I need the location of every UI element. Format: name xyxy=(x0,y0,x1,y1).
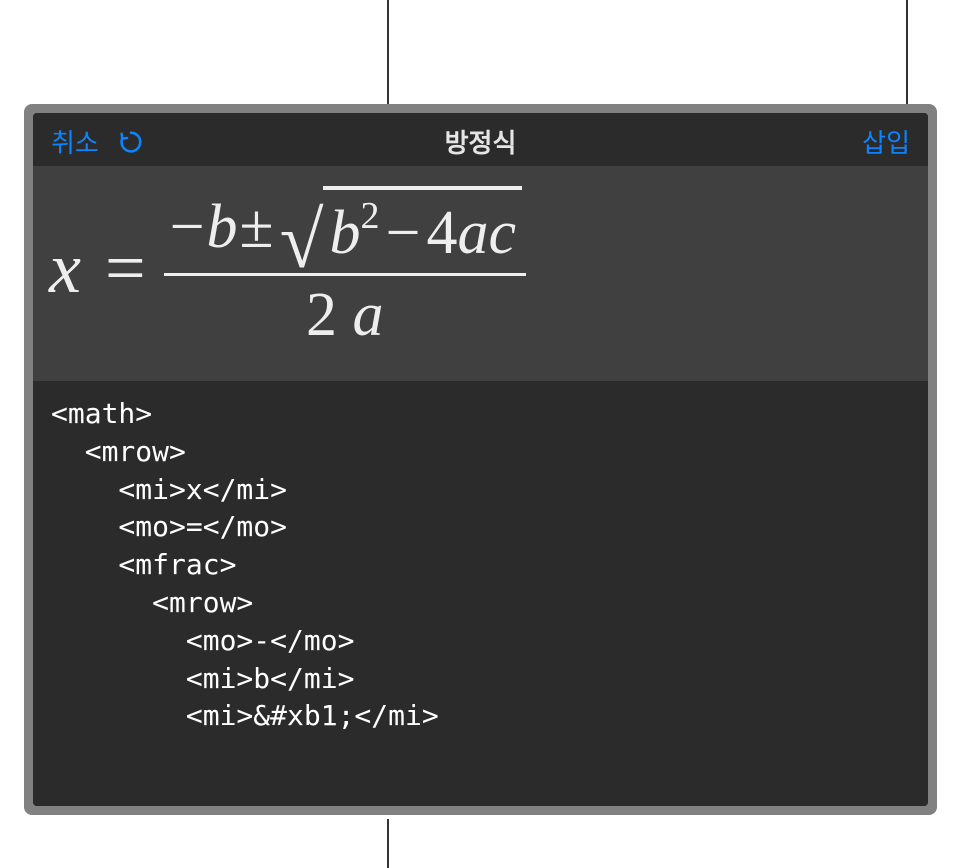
eq-four: 4 xyxy=(426,198,457,269)
callout-line-bottom-code xyxy=(387,819,389,868)
mathml-code-input[interactable]: <math> <mrow> <mi>x</mi> <mo>=</mo> <mfr… xyxy=(33,381,928,806)
eq-minus-2: − xyxy=(379,198,426,269)
eq-b2-exp: 2 xyxy=(360,194,379,238)
eq-sqrt: √ b 2 − 4 a c xyxy=(280,186,522,269)
eq-c: c xyxy=(488,198,516,269)
insert-button[interactable]: 삽입 xyxy=(862,123,910,160)
code-text: <math> <mrow> <mi>x</mi> <mo>=</mo> <mfr… xyxy=(51,395,910,735)
undo-icon xyxy=(117,128,145,156)
callout-line-top-insert xyxy=(906,0,908,105)
eq-equals: = xyxy=(95,227,156,310)
toolbar-left-group: 취소 xyxy=(51,123,147,160)
eq-minus: − xyxy=(168,192,207,263)
rendered-equation: x = − b ± √ b 2 − 4 xyxy=(43,186,526,351)
eq-variable-x: x xyxy=(43,227,87,310)
eq-numerator: − b ± √ b 2 − 4 a c xyxy=(164,186,526,276)
eq-b2-base: b xyxy=(329,198,360,269)
cancel-button[interactable]: 취소 xyxy=(51,123,99,160)
eq-a: a xyxy=(457,198,488,269)
equation-preview: x = − b ± √ b 2 − 4 xyxy=(33,166,928,381)
eq-plusminus: ± xyxy=(238,192,276,263)
panel-title: 방정식 xyxy=(445,123,517,160)
device-outer-frame: 취소 방정식 삽입 x = − b ± xyxy=(24,104,937,815)
eq-fraction: − b ± √ b 2 − 4 a c xyxy=(164,186,526,351)
undo-button[interactable] xyxy=(115,126,147,158)
toolbar: 취소 방정식 삽입 xyxy=(33,113,928,166)
eq-denominator: 2 a xyxy=(306,276,384,351)
eq-two: 2 xyxy=(306,281,337,349)
equation-editor-panel: 취소 방정식 삽입 x = − b ± xyxy=(33,113,928,806)
eq-sqrt-body: b 2 − 4 a c xyxy=(323,186,522,269)
eq-a-den: a xyxy=(353,281,384,349)
eq-b: b xyxy=(207,192,238,263)
sqrt-icon: √ xyxy=(280,213,324,269)
